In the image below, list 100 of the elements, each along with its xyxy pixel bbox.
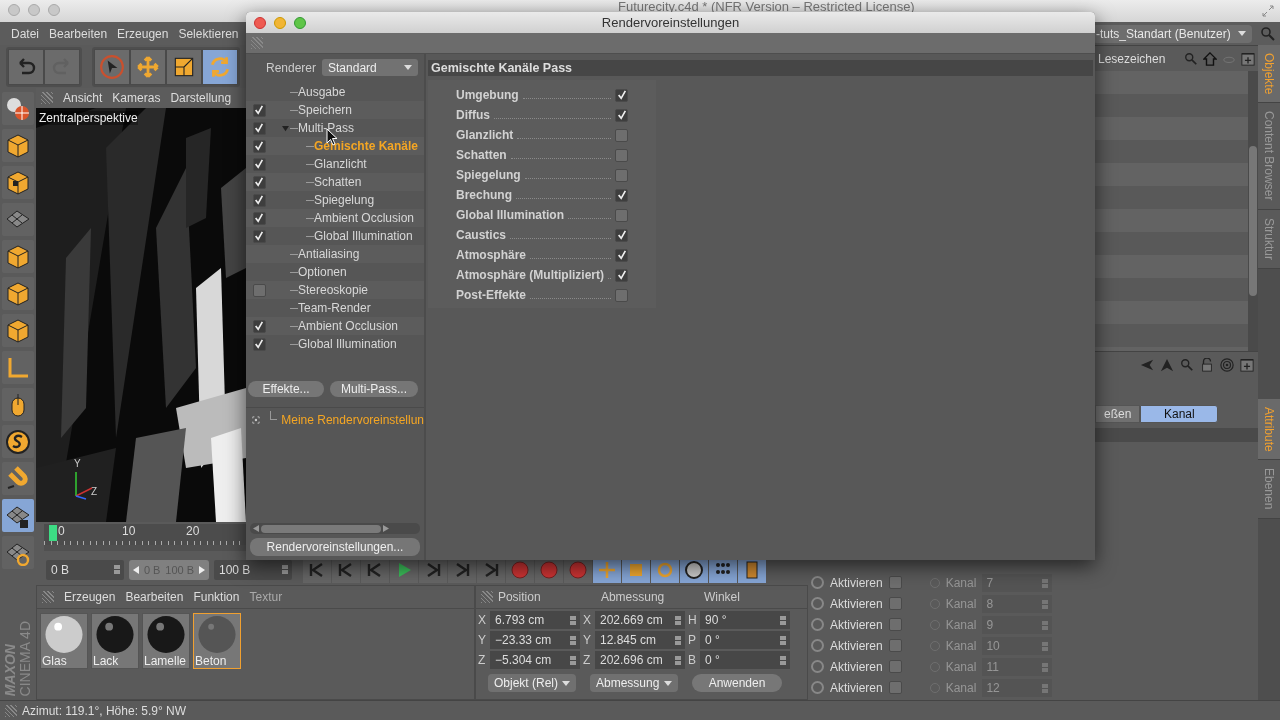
add-panel-icon[interactable] [1240, 357, 1254, 372]
tab[interactable]: eßen [1095, 405, 1141, 423]
grip-icon[interactable] [481, 591, 493, 603]
grip-icon[interactable] [42, 591, 54, 603]
renderer-dropdown[interactable]: Standard [322, 59, 419, 76]
checkbox[interactable] [615, 228, 628, 242]
cube-icon[interactable] [5, 243, 31, 270]
minimize-button[interactable] [274, 16, 286, 29]
mode-dropdown[interactable]: Objekt (Rel) [488, 674, 576, 692]
grip-icon[interactable] [251, 37, 263, 49]
zoom-button[interactable] [48, 4, 60, 16]
lock-icon[interactable] [1200, 357, 1214, 372]
coordinate-field[interactable]: 0 ° [700, 631, 790, 649]
material-tile[interactable]: Lack [91, 613, 139, 669]
checkbox[interactable] [252, 175, 266, 189]
material-tile[interactable]: Beton [193, 613, 241, 669]
coordinate-field[interactable]: 90 ° [700, 611, 790, 629]
expand-arrow-icon[interactable] [282, 124, 289, 132]
coordinate-field[interactable]: −23.33 cm [490, 631, 580, 649]
coordinate-field[interactable]: −5.304 cm [490, 651, 580, 669]
checkbox[interactable] [615, 88, 628, 102]
material-tile[interactable]: Glas [40, 613, 88, 669]
checker-cube-icon[interactable] [5, 169, 31, 196]
tree-item[interactable]: Global Illumination [314, 229, 413, 243]
p-circle-icon[interactable] [684, 560, 704, 580]
globe-icon[interactable] [5, 95, 31, 122]
add-panel-icon[interactable] [1241, 51, 1255, 66]
tree-item[interactable]: Ausgabe [298, 85, 346, 99]
checkbox[interactable] [252, 157, 266, 171]
apply-button[interactable]: Anwenden [692, 674, 782, 692]
up-arrow-icon[interactable] [1160, 357, 1174, 372]
checkbox[interactable] [615, 248, 628, 262]
mode-dropdown[interactable]: Abmessung [590, 674, 678, 692]
search-icon[interactable] [1180, 357, 1194, 372]
checkbox[interactable] [252, 103, 266, 117]
minimize-button[interactable] [28, 4, 40, 16]
menu-item[interactable]: Ansicht [58, 91, 108, 105]
coordinate-field[interactable]: 202.669 cm [595, 611, 685, 629]
menu-item[interactable]: Darstellung [165, 91, 237, 105]
record-icon[interactable] [539, 560, 559, 580]
grip-icon[interactable] [41, 92, 53, 104]
undo-button[interactable] [8, 48, 44, 85]
menu-item[interactable]: Funktion [188, 590, 245, 604]
menu-item[interactable]: Erzeugen [59, 590, 121, 604]
tab[interactable]: Kanal [1140, 405, 1219, 423]
side-tab[interactable]: Content Browser [1258, 103, 1280, 210]
scrollbar[interactable] [250, 523, 420, 534]
cube-icon[interactable] [5, 317, 31, 344]
checkbox[interactable] [615, 188, 628, 202]
checkbox[interactable] [252, 319, 266, 333]
coordinate-field[interactable]: 202.696 cm [595, 651, 685, 669]
grip-icon[interactable] [5, 705, 17, 717]
checkbox[interactable] [615, 268, 628, 282]
fullscreen-icon[interactable] [1262, 5, 1274, 17]
zoom-button[interactable] [294, 16, 306, 29]
scrollbar-thumb[interactable] [261, 524, 381, 533]
layout-dropdown[interactable]: -tuts_Standart (Benutzer) [1093, 24, 1252, 43]
menu-item[interactable]: Erzeugen [112, 26, 174, 41]
timeline-ruler[interactable]: 0 10 20 [44, 524, 246, 551]
preset-item[interactable]: Meine Rendervoreinstellun [281, 413, 424, 427]
menu-item[interactable]: Datei [6, 26, 44, 41]
rotate-icon[interactable] [655, 560, 675, 580]
cube-icon[interactable] [5, 132, 31, 159]
close-button[interactable] [8, 4, 20, 16]
rotate-tool-button[interactable] [202, 48, 238, 85]
left-arrow-icon[interactable] [133, 566, 139, 574]
checkbox[interactable] [615, 148, 628, 162]
menu-item[interactable]: Lesezeichen [1098, 51, 1166, 66]
checkbox[interactable] [615, 288, 628, 302]
checkbox[interactable] [252, 337, 266, 351]
record-icon[interactable] [510, 560, 530, 580]
checkbox[interactable] [252, 211, 266, 225]
close-button[interactable] [254, 16, 266, 29]
checkbox[interactable] [252, 193, 266, 207]
checkbox[interactable] [615, 108, 628, 122]
menu-item[interactable]: Kameras [107, 91, 166, 105]
tree-item[interactable]: Team-Render [298, 301, 371, 315]
magnet-icon[interactable] [5, 465, 31, 492]
back-arrow-icon[interactable] [1140, 357, 1154, 372]
side-tab[interactable]: Ebenen [1258, 460, 1280, 519]
end-frame-field[interactable]: 100 B [214, 560, 292, 580]
coordinate-field[interactable]: 12.845 cm [595, 631, 685, 649]
coordinate-field[interactable]: 6.793 cm [490, 611, 580, 629]
dialog-button[interactable]: Multi-Pass... [330, 381, 418, 397]
left-arrow-icon[interactable] [253, 525, 259, 532]
s-circle-icon[interactable] [5, 428, 31, 455]
checkbox[interactable] [252, 139, 266, 153]
scrollbar[interactable] [1248, 71, 1258, 351]
checkbox[interactable] [252, 121, 266, 135]
move-tool-button[interactable] [130, 48, 166, 85]
dialog-button[interactable]: Effekte... [248, 381, 324, 397]
menu-item[interactable]: Bearbeiten [44, 26, 113, 41]
cube-icon[interactable] [5, 280, 31, 307]
target-icon[interactable] [1220, 357, 1234, 372]
tree-item[interactable]: Multi-Pass [298, 121, 354, 135]
tree-item[interactable]: Spiegelung [314, 193, 375, 207]
checkbox[interactable] [252, 229, 266, 243]
side-tab[interactable]: Attribute [1258, 398, 1280, 461]
tree-item[interactable]: Optionen [298, 265, 347, 279]
menu-item[interactable]: Textur [244, 590, 288, 604]
